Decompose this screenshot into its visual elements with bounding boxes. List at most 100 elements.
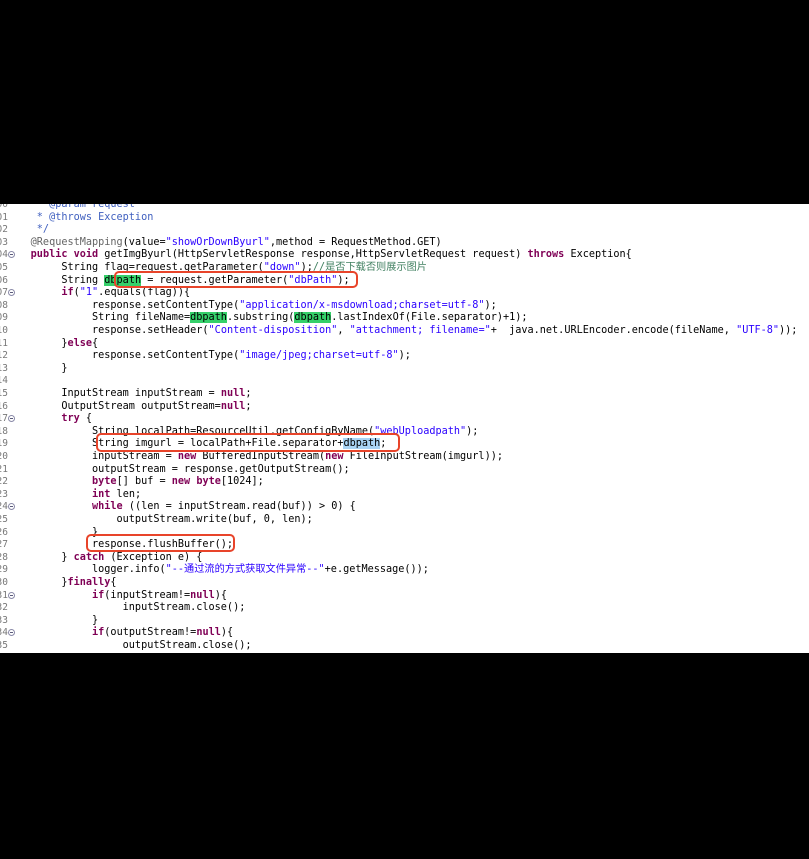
code-line[interactable]: 22 byte[] buf = new byte[1024]; <box>0 476 809 489</box>
code-token: ,method = RequestMethod.GET) <box>269 236 442 248</box>
code-token: null <box>220 388 246 399</box>
code-line[interactable]: 01 * @throws Exception <box>0 212 809 225</box>
code-line[interactable]: 21 outputStream = response.getOutputStre… <box>0 464 809 477</box>
code-token: void <box>73 249 99 261</box>
code-token: FileInputStream(imgurl)); <box>343 451 503 462</box>
code-token: Exception{ <box>564 249 632 261</box>
code-line[interactable]: 08 response.setContentType("application/… <box>0 300 809 313</box>
code-text: if(inputStream!=null){ <box>0 590 227 603</box>
code-line[interactable]: 32 inputStream.close(); <box>0 602 809 615</box>
highlight-box-dbpath-param <box>114 271 358 288</box>
code-token: getImgByurl(HttpServletResponse response… <box>98 249 528 261</box>
code-line[interactable]: 34 if(outputStream!=null){ <box>0 627 809 640</box>
code-line[interactable]: 04 public void getImgByurl(HttpServletRe… <box>0 249 809 262</box>
code-token: ); <box>466 425 479 437</box>
code-token: response.setContentType( <box>0 299 240 311</box>
code-token: } <box>0 526 99 538</box>
code-text: }else{ <box>0 338 98 351</box>
code-token: byte <box>196 476 221 488</box>
code-token: if <box>92 627 105 639</box>
code-token: ){ <box>214 589 227 601</box>
code-token: finally <box>67 577 111 588</box>
code-text: InputStream inputStream = null; <box>0 388 251 401</box>
code-line[interactable]: 11 }else{ <box>0 338 809 351</box>
code-text: int len; <box>0 489 141 502</box>
code-token: if <box>92 589 105 601</box>
code-line[interactable]: 07 if("1".equals(flag)){ <box>0 287 809 300</box>
code-token: inputStream = <box>0 451 178 462</box>
code-line[interactable]: 35 outputStream.close(); <box>0 640 809 653</box>
code-text: } <box>0 363 67 376</box>
code-token: "image/jpeg;charset=utf-8" <box>239 350 399 362</box>
code-token: "--通过流的方式获取文件异常--" <box>165 564 325 576</box>
code-line[interactable]: 24 while ((len = inputStream.read(buf)) … <box>0 501 809 514</box>
code-token: null <box>196 627 221 639</box>
code-token: while <box>92 501 123 513</box>
code-line[interactable]: 31 if(inputStream!=null){ <box>0 590 809 603</box>
code-token: int <box>92 488 111 500</box>
code-line[interactable]: 17 try { <box>0 413 809 426</box>
code-text: inputStream = new BufferedInputStream(ne… <box>0 451 503 464</box>
code-token: */ <box>0 224 50 236</box>
code-token: } <box>0 614 99 626</box>
code-text: } <box>0 615 98 628</box>
code-text: if(outputStream!=null){ <box>0 627 233 640</box>
code-text: inputStream.close(); <box>0 602 246 615</box>
code-line[interactable]: 16 OutputStream outputStream=null; <box>0 401 809 414</box>
line-number: 14 <box>0 375 8 387</box>
code-token: } <box>0 362 68 374</box>
code-line[interactable]: 29 logger.info("--通过流的方式获取文件异常--"+e.getM… <box>0 564 809 577</box>
code-token: inputStream.close(); <box>0 602 246 614</box>
code-token: else <box>67 337 93 349</box>
code-token: outputStream.close(); <box>0 640 252 651</box>
code-line[interactable]: 20 inputStream = new BufferedInputStream… <box>0 451 809 464</box>
code-token: new <box>177 451 197 462</box>
code-token: ); <box>398 350 411 362</box>
code-line[interactable]: 00 * @param request <box>0 204 809 212</box>
code-line[interactable]: 23 int len; <box>0 489 809 502</box>
code-text: } catch (Exception e) { <box>0 552 202 565</box>
code-token: outputStream.write(buf, 0, len); <box>0 514 313 525</box>
code-line[interactable]: 12 response.setContentType("image/jpeg;c… <box>0 350 809 363</box>
code-text: * @throws Exception <box>0 212 154 225</box>
code-line[interactable]: 28 } catch (Exception e) { <box>0 552 809 565</box>
code-token: ){ <box>220 627 234 639</box>
code-line[interactable]: 10 response.setHeader("Content-dispositi… <box>0 325 809 338</box>
code-token: logger.info( <box>0 564 166 576</box>
code-line[interactable]: 15 InputStream inputStream = null; <box>0 388 809 401</box>
code-token: "Content-disposition" <box>208 325 338 336</box>
code-line[interactable]: 09 String fileName=dbpath.substring(dbpa… <box>0 312 809 325</box>
code-line[interactable]: 03 @RequestMapping(value="showOrDownByur… <box>0 237 809 250</box>
code-line[interactable]: 14 <box>0 375 809 388</box>
code-token: public <box>30 249 68 261</box>
code-token: byte <box>92 476 117 488</box>
code-token: String fileName= <box>0 312 191 324</box>
code-text: response.setContentType("application/x-m… <box>0 300 497 313</box>
code-line[interactable]: 33 } <box>0 615 809 628</box>
highlight-box-flushbuffer <box>86 534 235 552</box>
code-token: new <box>325 451 344 462</box>
code-token: "1" <box>79 287 99 299</box>
code-text: logger.info("--通过流的方式获取文件异常--"+e.getMess… <box>0 564 429 577</box>
code-text: response.setContentType("image/jpeg;char… <box>0 350 411 363</box>
code-line[interactable]: 13 } <box>0 363 809 376</box>
highlight-box-imgurl <box>96 433 400 452</box>
code-line[interactable]: 25 outputStream.write(buf, 0, len); <box>0 514 809 527</box>
code-token: [] buf = <box>116 476 172 488</box>
code-token: (inputStream!= <box>104 589 191 601</box>
code-text: outputStream.close(); <box>0 640 252 653</box>
code-text: while ((len = inputStream.read(buf)) > 0… <box>0 501 356 514</box>
highlighted-token: dbpath <box>294 312 332 324</box>
code-text: response.setHeader("Content-disposition"… <box>0 325 797 338</box>
code-line[interactable]: 30 }finally{ <box>0 577 809 590</box>
code-line[interactable]: 02 */ <box>0 224 809 237</box>
code-text: @RequestMapping(value="showOrDownByurl",… <box>0 237 442 250</box>
code-token: BufferedInputStream( <box>196 451 326 462</box>
code-token: , <box>337 325 350 336</box>
code-token: ((len = inputStream.read(buf)) > 0) { <box>122 501 356 513</box>
code-token: .lastIndexOf(File.separator)+1); <box>331 312 528 324</box>
